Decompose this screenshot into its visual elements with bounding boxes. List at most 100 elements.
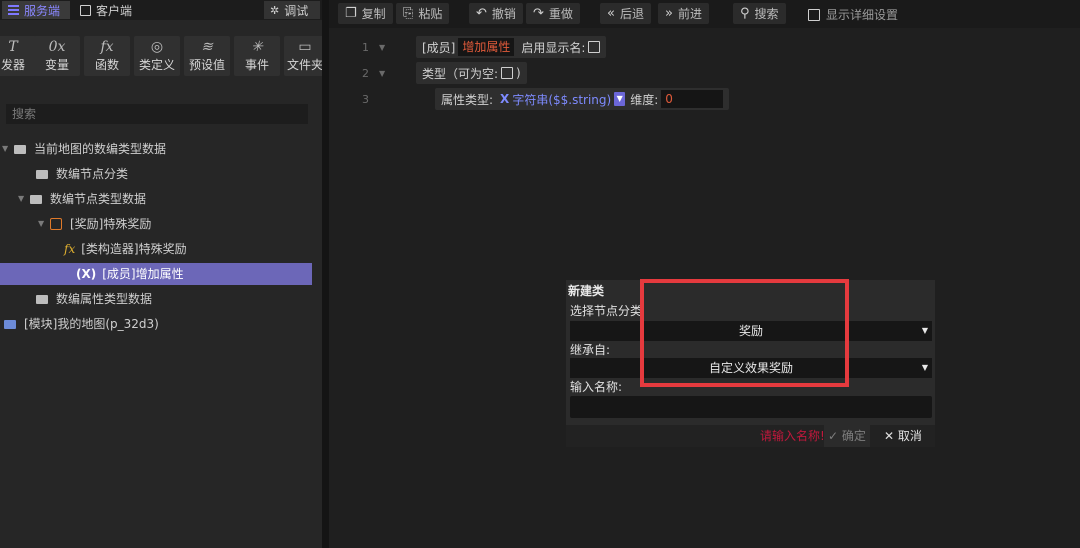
show-name-label: 启用显示名: <box>521 40 586 55</box>
debug-button[interactable]: ✲ 调试 <box>264 1 320 19</box>
copy-label: 复制 <box>361 7 386 21</box>
dialog-title: 新建类 <box>568 284 605 298</box>
paste-icon: ⎘ <box>403 6 414 21</box>
nullable-checkbox[interactable] <box>501 67 514 79</box>
show-name-checkbox[interactable] <box>588 41 601 53</box>
member-node[interactable]: [成员] 增加属性 启用显示名: <box>416 36 607 58</box>
type-x-icon: X <box>500 92 510 106</box>
tool-trigger[interactable]: T 发器 <box>0 36 36 76</box>
tree-item-label: 数编节点类型数据 <box>50 192 147 206</box>
panel-divider[interactable] <box>322 0 329 548</box>
name-label: 输入名称: <box>570 380 623 394</box>
side-tabs: 服务端 客户端 ✲ 调试 <box>0 0 322 20</box>
type-node[interactable]: 类型（可为空: ) <box>416 62 527 84</box>
redo-icon: ↷ <box>533 6 544 21</box>
tree-item-constructor[interactable]: fx [类构造器]特殊奖励 <box>64 238 187 260</box>
chevron-down-icon[interactable]: ▼ <box>614 92 626 106</box>
tree-item-label: [成员]增加属性 <box>102 267 184 281</box>
tool-function[interactable]: fx 函数 <box>84 36 130 76</box>
copy-icon: ❐ <box>345 6 357 21</box>
type-label: 类型（可为空: <box>422 66 499 81</box>
line-number: 3 <box>362 93 369 106</box>
tree-search-input[interactable]: 搜索 <box>6 104 308 124</box>
class-icon: ◎ <box>150 39 164 55</box>
tree-item-label: 数编属性类型数据 <box>56 292 153 306</box>
tool-folder[interactable]: ▭ 文件夹 <box>284 36 326 76</box>
expand-arrow-icon: ▼ <box>2 144 9 153</box>
bug-icon: ✲ <box>270 3 280 17</box>
tool-variable-label: 变量 <box>44 58 69 72</box>
copy-button[interactable]: ❐ 复制 <box>338 3 393 24</box>
close-icon: ✕ <box>884 429 895 443</box>
paste-label: 粘贴 <box>418 7 443 21</box>
module-folder-icon <box>4 319 16 329</box>
dimension-field[interactable]: 0 <box>661 90 724 108</box>
tool-class-label: 类定义 <box>138 58 175 72</box>
tool-trigger-label: 发器 <box>0 58 25 72</box>
editor-toolbar: ❐ 复制 ⎘ 粘贴 ↶ 撤销 ↷ 重做 « 后退 » 前进 ⚲ 搜索 显示详细设… <box>329 0 1080 28</box>
attr-type-node[interactable]: 属性类型: X 字符串($$.string) ▼ 维度: 0 <box>435 88 730 110</box>
tree-item-label: [奖励]特殊奖励 <box>70 217 152 231</box>
tree-item-member[interactable]: (X) [成员]增加属性 <box>0 263 312 285</box>
highlight-annotation <box>640 279 849 387</box>
tool-preset[interactable]: ≋ 预设值 <box>184 36 230 76</box>
tree-item-label: 数编节点分类 <box>56 167 129 181</box>
tool-event[interactable]: ✳ 事件 <box>234 36 280 76</box>
member-name-field[interactable]: 增加属性 <box>458 38 515 56</box>
tree-item-reward[interactable]: ▼ [奖励]特殊奖励 <box>38 213 151 235</box>
class-icon <box>50 218 62 230</box>
dimension-label: 维度: <box>630 92 659 107</box>
undo-label: 撤销 <box>491 7 516 21</box>
tree-item-node-type[interactable]: ▼ 数编节点类型数据 <box>18 188 146 210</box>
preset-icon: ≋ <box>201 39 213 55</box>
toolbox: T 发器 0x 变量 fx 函数 ◎ 类定义 ≋ 预设值 ✳ 事件 ▭ 文件夹 <box>0 36 326 78</box>
chevron-down-icon: ▼ <box>921 363 928 372</box>
expand-arrow-icon: ▼ <box>18 194 25 203</box>
redo-button[interactable]: ↷ 重做 <box>526 3 580 24</box>
tree-item-module[interactable]: [模块]我的地图(p_32d3) <box>4 313 159 335</box>
detail-checkbox[interactable] <box>808 8 820 21</box>
tree-item-node-category[interactable]: 数编节点分类 <box>24 163 128 185</box>
expand-arrow-icon: ▼ <box>38 219 45 228</box>
name-warning: 请输入名称! <box>760 429 825 443</box>
tool-folder-label: 文件夹 <box>286 58 323 72</box>
dialog-footer: 请输入名称! ✓ 确定 ✕ 取消 <box>566 425 935 447</box>
double-chevron-right-icon: » <box>665 6 673 21</box>
fold-arrow-icon[interactable]: ▼ <box>379 69 385 78</box>
trigger-icon: T <box>8 39 18 55</box>
download-icon <box>80 4 91 16</box>
paste-button[interactable]: ⎘ 粘贴 <box>396 3 450 24</box>
variable-icon: (X) <box>76 267 97 281</box>
member-prefix: [成员] <box>422 40 456 55</box>
redo-label: 重做 <box>548 7 573 21</box>
undo-button[interactable]: ↶ 撤销 <box>469 3 523 24</box>
tool-preset-label: 预设值 <box>188 58 225 72</box>
back-label: 后退 <box>619 7 644 21</box>
tab-server[interactable]: 服务端 <box>2 1 70 19</box>
line-number: 1 <box>362 41 369 54</box>
folder-icon <box>36 294 48 304</box>
type-close: ) <box>516 66 521 80</box>
forward-button[interactable]: » 前进 <box>658 3 709 24</box>
ok-button[interactable]: ✓ 确定 <box>824 425 870 447</box>
tool-class[interactable]: ◎ 类定义 <box>134 36 180 76</box>
detail-toggle[interactable]: 显示详细设置 <box>808 6 898 23</box>
event-icon: ✳ <box>251 39 263 55</box>
fold-arrow-icon[interactable]: ▼ <box>379 43 385 52</box>
inherit-label: 继承自: <box>570 343 611 357</box>
folder-icon <box>14 144 26 154</box>
tab-client[interactable]: 客户端 <box>74 1 140 19</box>
cancel-button[interactable]: ✕ 取消 <box>884 425 922 447</box>
search-button[interactable]: ⚲ 搜索 <box>733 3 786 24</box>
tool-variable[interactable]: 0x 变量 <box>34 36 80 76</box>
debug-label: 调试 <box>284 3 309 18</box>
tree-item-attr-type[interactable]: 数编属性类型数据 <box>24 288 152 310</box>
attr-type-value: 字符串($$.string) <box>512 92 612 107</box>
tool-function-label: 函数 <box>94 58 119 72</box>
tree-item-root[interactable]: ▼ 当前地图的数编类型数据 <box>2 138 166 160</box>
server-icon <box>8 4 19 16</box>
category-label: 选择节点分类 <box>570 304 643 318</box>
back-button[interactable]: « 后退 <box>600 3 651 24</box>
class-name-input[interactable] <box>570 396 932 418</box>
folder-icon <box>30 194 42 204</box>
